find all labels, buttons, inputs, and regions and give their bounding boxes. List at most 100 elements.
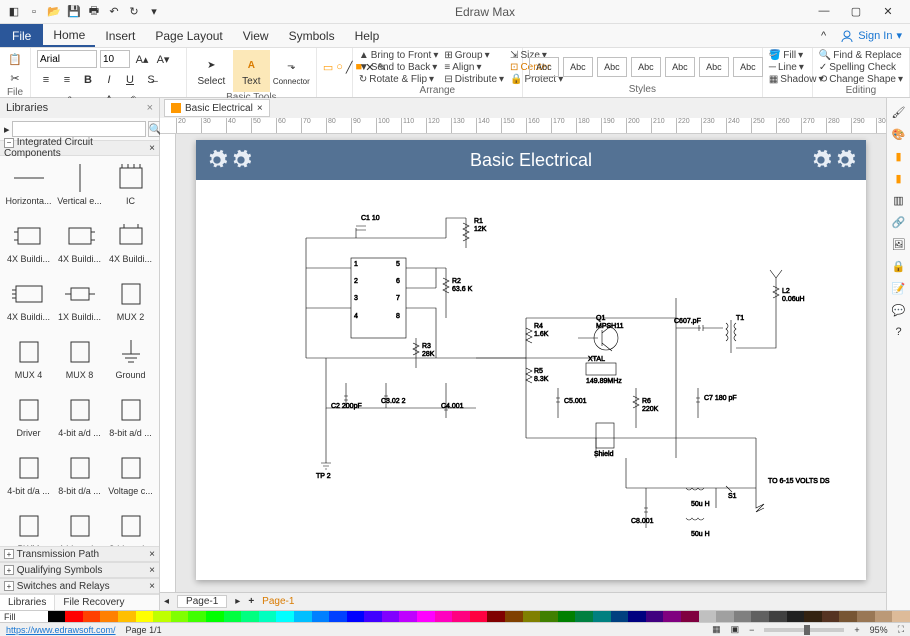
bold-button[interactable]: B — [79, 71, 97, 89]
zoom-thumb[interactable] — [804, 625, 810, 635]
text-tool-button[interactable]: A Text — [233, 50, 270, 92]
status-url[interactable]: https://www.edrawsoft.com/ — [6, 625, 116, 635]
shape-line-icon[interactable]: ╱ — [346, 60, 353, 74]
library-item[interactable]: MUX 4 — [4, 334, 53, 390]
minimize-button[interactable]: — — [812, 5, 836, 18]
lib-section-ic[interactable]: − Integrated Circuit Components × — [0, 140, 159, 156]
send-back-button[interactable]: ▼ Send to Back▾ — [359, 62, 439, 73]
group-button[interactable]: ⊞ Group▾ — [444, 50, 504, 61]
expand-icon[interactable]: + — [4, 549, 14, 559]
color-swatch[interactable] — [259, 611, 277, 622]
tab-symbols[interactable]: Symbols — [279, 24, 345, 47]
doc-tab-close-icon[interactable]: × — [257, 103, 263, 114]
color-swatch[interactable] — [83, 611, 101, 622]
note-icon[interactable]: 📝 — [891, 280, 907, 296]
color-swatch[interactable] — [822, 611, 840, 622]
footer-tab-file-recovery[interactable]: File Recovery — [55, 595, 132, 610]
print-icon[interactable]: 🖶 — [86, 4, 102, 20]
shape-circle-icon[interactable]: ○ — [336, 60, 343, 74]
library-item[interactable]: 4-bit d/a ... — [4, 450, 53, 506]
library-picker-icon[interactable]: ▸ — [4, 123, 10, 136]
qat-dropdown-icon[interactable]: ▾ — [146, 4, 162, 20]
drawing-page[interactable]: Basic Electrical 15 26 — [196, 140, 866, 580]
save-icon[interactable]: 💾 — [66, 4, 82, 20]
style-preset-4[interactable]: Abc — [631, 57, 661, 77]
color-swatch[interactable] — [787, 611, 805, 622]
color-swatch[interactable] — [487, 611, 505, 622]
color-swatch[interactable] — [611, 611, 629, 622]
color-swatch[interactable] — [452, 611, 470, 622]
color-swatch[interactable] — [153, 611, 171, 622]
color-swatch[interactable] — [188, 611, 206, 622]
zoom-fit-icon[interactable]: ⛶ — [898, 624, 904, 635]
view-full-icon[interactable]: ▣ — [731, 624, 740, 635]
tab-page-layout[interactable]: Page Layout — [145, 24, 232, 47]
library-item[interactable]: 8-bit regi... — [106, 508, 155, 546]
connector-tool-button[interactable]: ⬎ Connector — [273, 50, 310, 92]
color-swatch[interactable] — [523, 611, 541, 622]
color-swatch[interactable] — [65, 611, 83, 622]
color-swatch[interactable] — [364, 611, 382, 622]
style-preset-6[interactable]: Abc — [699, 57, 729, 77]
library-item[interactable]: 4X Buildi... — [106, 218, 155, 274]
view-normal-icon[interactable]: ▦ — [712, 624, 721, 635]
color-swatch[interactable] — [716, 611, 734, 622]
comment-icon[interactable]: 💬 — [891, 302, 907, 318]
style-preset-7[interactable]: Abc — [733, 57, 763, 77]
style-preset-2[interactable]: Abc — [563, 57, 593, 77]
find-replace-button[interactable]: 🔍 Find & Replace — [819, 50, 902, 61]
lib-section-close-icon[interactable]: × — [149, 581, 155, 592]
lib-section-close-icon[interactable]: × — [149, 549, 155, 560]
library-item[interactable]: PWM — [4, 508, 53, 546]
color-swatch[interactable] — [48, 611, 66, 622]
select-tool-button[interactable]: ➤ Select — [193, 50, 230, 92]
refresh-icon[interactable]: ↻ — [126, 4, 142, 20]
color-swatch[interactable] — [347, 611, 365, 622]
align-left-icon[interactable]: ≡ — [37, 71, 55, 89]
sign-in-button[interactable]: Sign In ▾ — [832, 24, 910, 47]
color-swatch[interactable] — [839, 611, 857, 622]
tab-home[interactable]: Home — [43, 24, 95, 47]
color-swatch[interactable] — [276, 611, 294, 622]
bring-front-button[interactable]: ▲ Bring to Front▾ — [359, 50, 439, 61]
library-item[interactable]: MUX 2 — [106, 276, 155, 332]
strike-button[interactable]: S̶ — [142, 71, 160, 89]
color-swatch[interactable] — [294, 611, 312, 622]
library-item[interactable]: Vertical e... — [55, 160, 104, 216]
lock-icon[interactable]: 🔒 — [891, 258, 907, 274]
layers-icon[interactable]: ▥ — [891, 192, 907, 208]
spell-check-button[interactable]: ✓ Spelling Check — [819, 62, 896, 73]
color-swatch[interactable] — [875, 611, 893, 622]
font-name-input[interactable] — [37, 50, 97, 68]
color-swatch[interactable] — [857, 611, 875, 622]
italic-button[interactable]: I — [100, 71, 118, 89]
line-button[interactable]: ─ Line▾ — [769, 62, 804, 73]
color-swatch[interactable] — [136, 611, 154, 622]
open-icon[interactable]: 📂 — [46, 4, 62, 20]
maximize-button[interactable]: ▢ — [844, 5, 868, 18]
align-center-icon[interactable]: ≡ — [58, 71, 76, 89]
color-swatch[interactable] — [224, 611, 242, 622]
theme-icon[interactable]: 🎨 — [891, 126, 907, 142]
zoom-slider[interactable] — [764, 628, 844, 632]
undo-icon[interactable]: ↶ — [106, 4, 122, 20]
tab-view[interactable]: View — [233, 24, 279, 47]
libraries-close-icon[interactable]: × — [147, 102, 153, 114]
color-swatch[interactable] — [699, 611, 717, 622]
align-button[interactable]: ≡ Align▾ — [444, 62, 504, 73]
page-tab-2[interactable]: Page-1 — [262, 596, 294, 607]
rotate-button[interactable]: ↻ Rotate & Flip▾ — [359, 74, 439, 85]
color-swatch[interactable] — [118, 611, 136, 622]
library-item[interactable]: 8-bit d/a ... — [55, 450, 104, 506]
format-painter-icon[interactable]: 🖌 — [891, 104, 907, 120]
footer-tab-libraries[interactable]: Libraries — [0, 595, 55, 610]
color-swatch[interactable] — [241, 611, 259, 622]
color-swatch[interactable] — [646, 611, 664, 622]
shape-rect-icon[interactable]: ▭ — [323, 60, 333, 74]
library-item[interactable]: Horizonta... — [4, 160, 53, 216]
lib-section-close-icon[interactable]: × — [149, 143, 155, 154]
tab-help[interactable]: Help — [345, 24, 390, 47]
doc-tab-basic-electrical[interactable]: Basic Electrical × — [164, 99, 270, 117]
library-item[interactable]: 4X Buildi... — [4, 276, 53, 332]
style-preset-1[interactable]: Abc — [529, 57, 559, 77]
